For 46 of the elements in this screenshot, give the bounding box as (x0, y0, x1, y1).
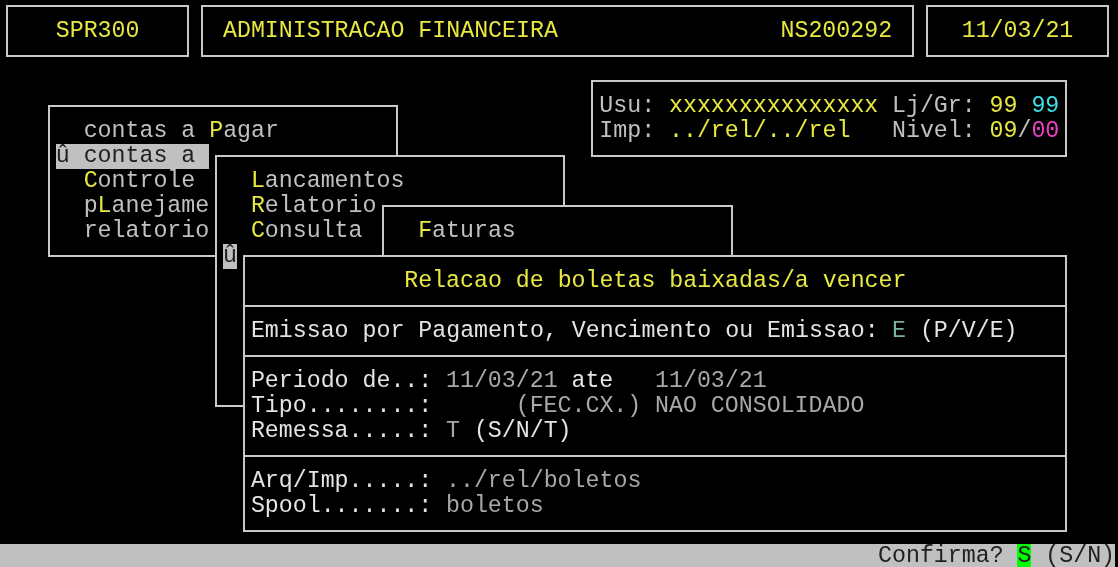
field-label: Periodo de..: (250, 368, 433, 394)
level-value: 09 (989, 118, 1018, 144)
user-label: Usu: (599, 93, 656, 119)
confirm-field[interactable]: S (1017, 543, 1032, 567)
field-label: Remessa.....: (250, 418, 433, 444)
printer-label: Imp: (599, 118, 656, 144)
user-value: xxxxxxxxxxxxxxx (669, 93, 879, 119)
store-group-value: 99 (989, 93, 1018, 119)
field-label: Emissao por Pagamento, Vencimento ou Emissao: (250, 318, 879, 344)
options-hint: (S/N/T) (473, 418, 572, 444)
cursor-marker: û (223, 243, 237, 269)
screen-code: NS200292 (780, 18, 892, 44)
field-label: Spool.......: (250, 493, 433, 519)
field-value: ../rel/boletos (446, 468, 642, 494)
level-value: 00 (1031, 118, 1060, 144)
menu-item[interactable]: û contas a (55, 143, 210, 169)
options-hint: (P/V/E) (919, 318, 1018, 344)
menu-item[interactable]: Consulta (250, 218, 363, 244)
field-value: T (446, 418, 460, 444)
field-label: Tipo........: (250, 393, 433, 419)
field-value: 11/03/21 (446, 368, 558, 394)
confirm-prompt: Confirma? (878, 543, 1004, 567)
menu-item[interactable]: Faturas (418, 218, 516, 244)
store-group-value: 99 (1031, 93, 1060, 119)
menu-item[interactable]: Relatorio (250, 193, 377, 219)
level-value: / (1017, 118, 1032, 144)
printer-value: ../rel/../rel (669, 118, 851, 144)
menu-item[interactable]: contas a Pagar (83, 118, 279, 144)
range-separator: ate (571, 368, 614, 394)
menu-item[interactable]: relatorio (83, 218, 210, 244)
form-title: Relacao de boletas baixadas/a vencer (404, 268, 906, 294)
program-code: SPR300 (55, 18, 140, 44)
type-code: (FEC.CX.) (515, 393, 642, 419)
field-value: E (892, 318, 906, 344)
options-hint: (S/N) (1045, 543, 1115, 567)
store-group-label: Lj/Gr: (892, 93, 976, 119)
date-text: 11/03/21 (961, 18, 1074, 44)
system-title: ADMINISTRACAO FINANCEIRA (223, 18, 558, 44)
level-label: Nivel: (892, 118, 976, 144)
field-value: 11/03/21 (655, 368, 767, 394)
field-value: boletos (446, 493, 544, 519)
menu-item[interactable]: Controle (83, 168, 196, 194)
menu-item[interactable]: Lancamentos (250, 168, 405, 194)
field-label: Arq/Imp.....: (250, 468, 433, 494)
type-description: NAO CONSOLIDADO (655, 393, 865, 419)
menu-item[interactable]: pLanejame (83, 193, 210, 219)
